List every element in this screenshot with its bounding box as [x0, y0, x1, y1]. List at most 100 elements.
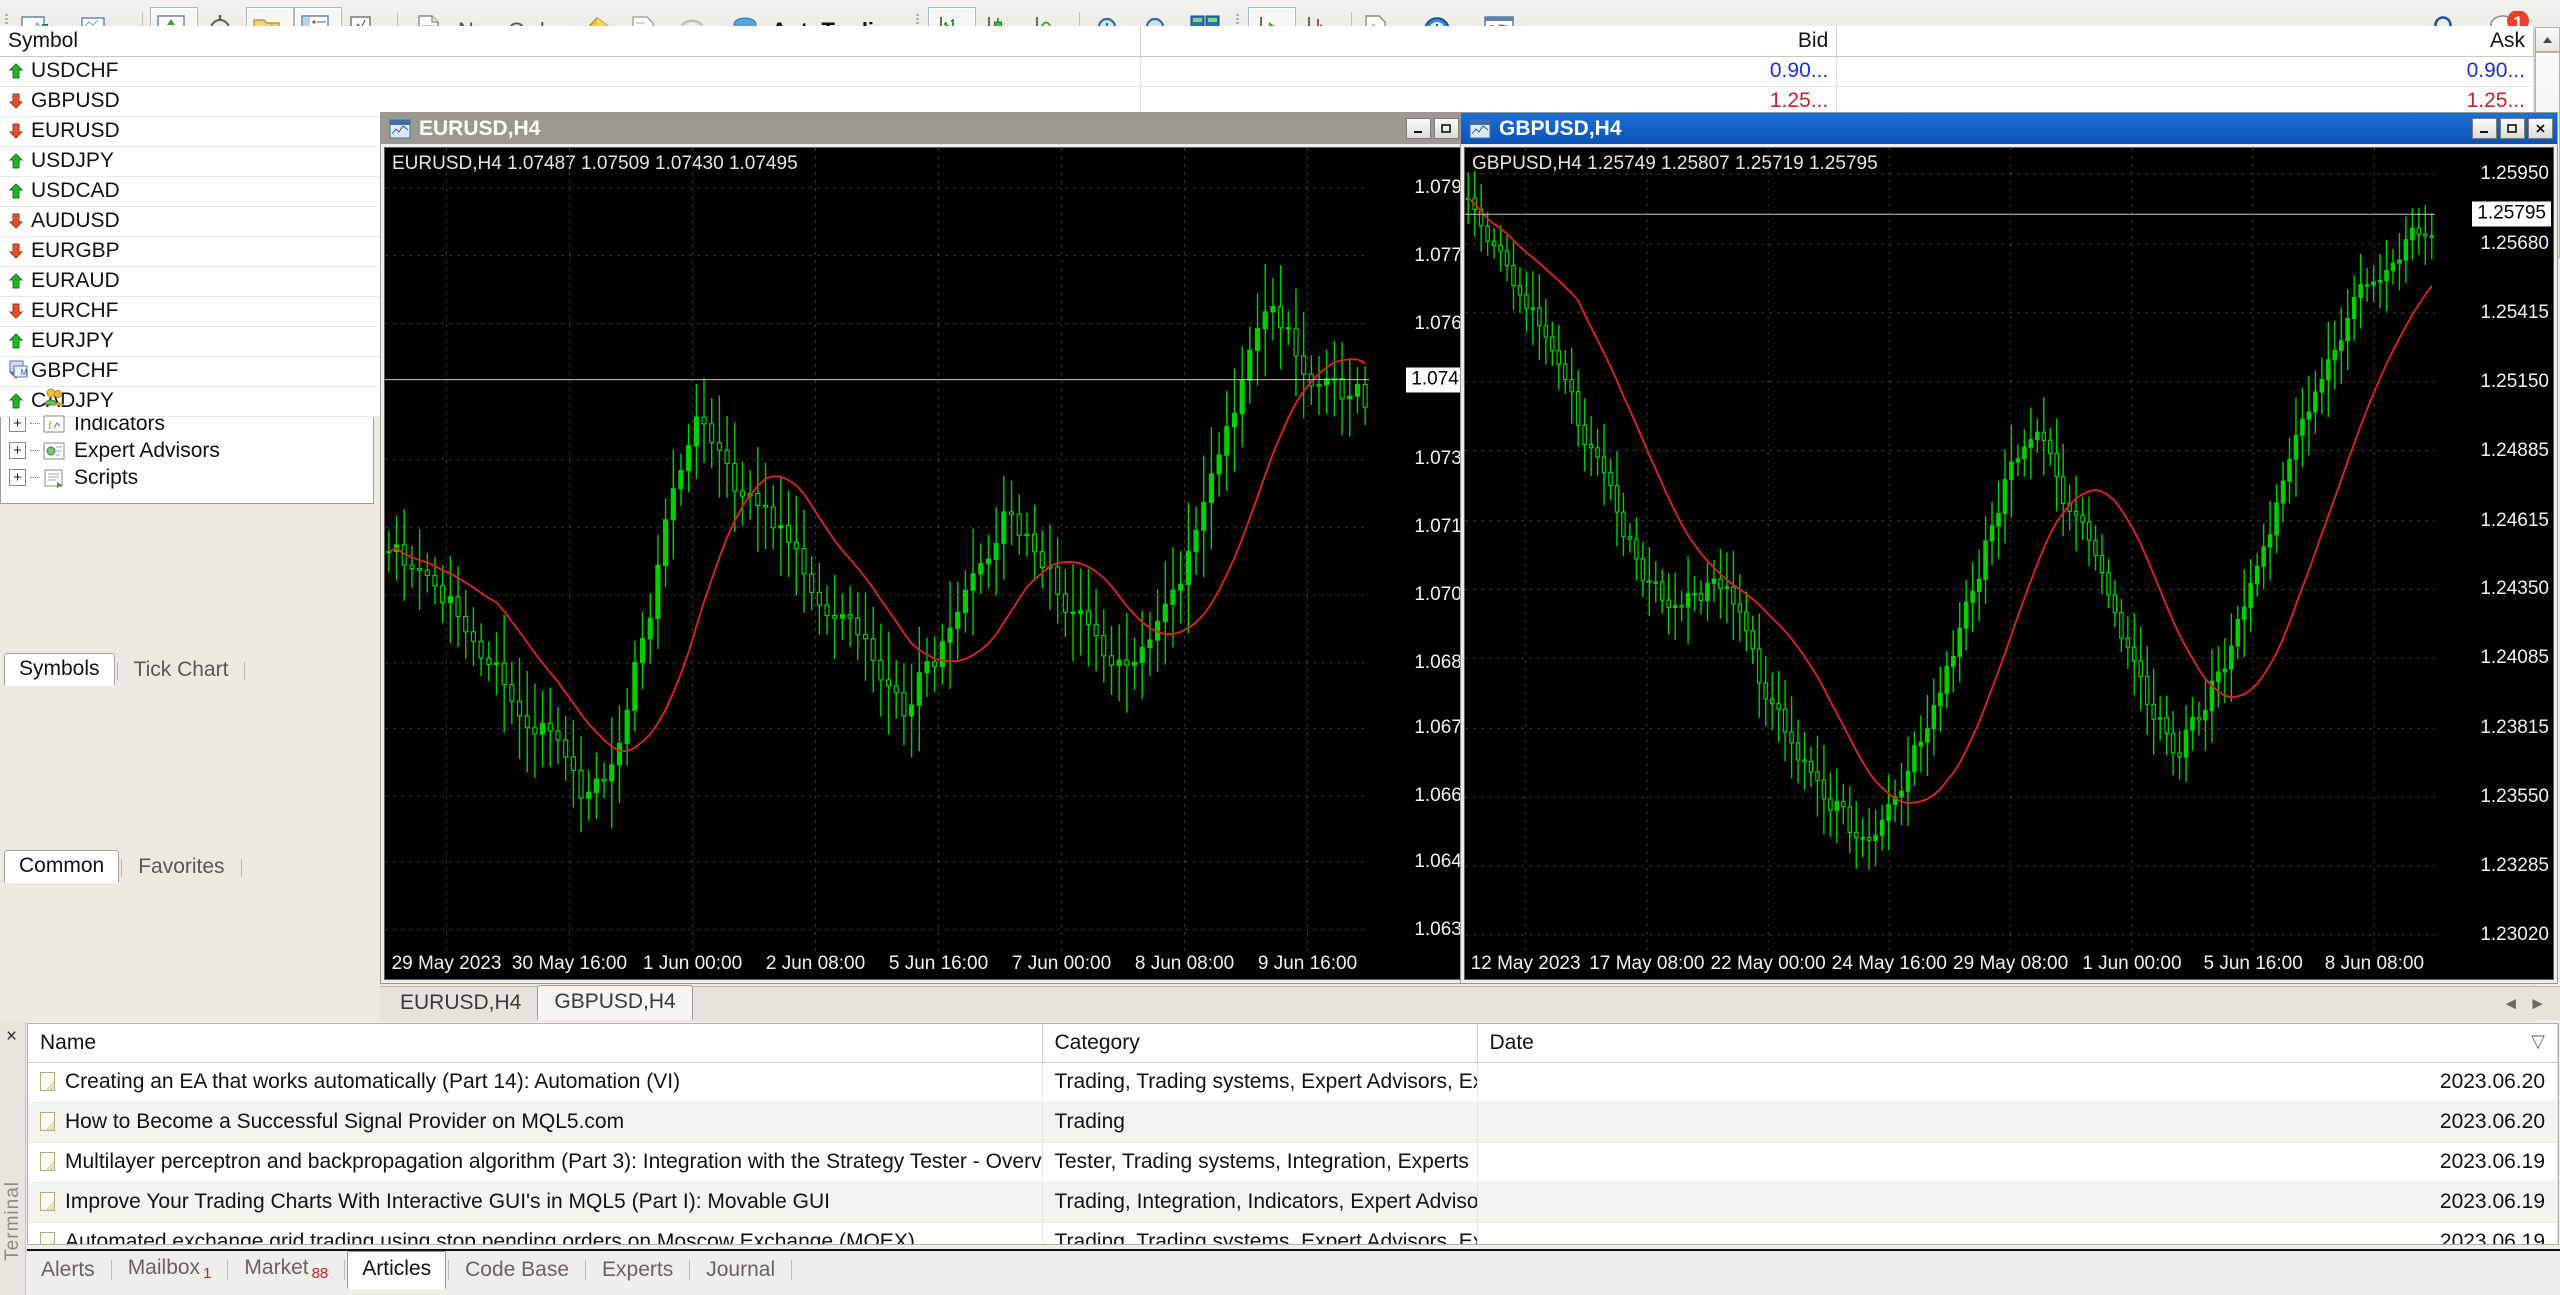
- article-category-cell: Trading, Integration, Indicators, Expert…: [1042, 1182, 1478, 1223]
- chart-tab-gbpusd-h4[interactable]: GBPUSD,H4: [537, 985, 693, 1020]
- arrow-up-icon: [8, 181, 24, 199]
- time-tick-label: 29 May 2023: [391, 953, 502, 974]
- close-button[interactable]: [2528, 118, 2553, 139]
- chart-tab-eurusd-h4[interactable]: EURUSD,H4: [384, 987, 537, 1020]
- mw-column-ask[interactable]: Ask: [1836, 26, 2534, 57]
- article-date-cell: 2023.06.19: [1477, 1222, 2558, 1244]
- scripts-icon: [42, 468, 68, 488]
- terminal-tab-market[interactable]: Market 88: [230, 1251, 342, 1289]
- chart-tabs-scroll-arrows[interactable]: ◄ ►: [2502, 994, 2560, 1020]
- arrow-down-icon: [8, 301, 24, 319]
- nav-tab-favorites[interactable]: Favorites: [124, 852, 238, 883]
- terminal-tab-count: 88: [311, 1265, 329, 1282]
- price-tick-label: 1.24350: [2480, 578, 2549, 600]
- chart-svg: [1465, 148, 2435, 953]
- chart-titlebar-eurusd[interactable]: EURUSD,H4: [381, 113, 1491, 144]
- market-watch-tabs: Symbols Tick Chart: [4, 653, 247, 686]
- chart-tabs-next-icon[interactable]: ►: [2529, 994, 2546, 1014]
- current-price-label: 1.25795: [2472, 201, 2551, 227]
- article-row[interactable]: Improve Your Trading Charts With Interac…: [28, 1182, 2558, 1223]
- sort-descending-icon: ▽: [2531, 1030, 2545, 1051]
- article-row[interactable]: Multilayer perceptron and backpropagatio…: [28, 1142, 2558, 1183]
- chart-canvas-eurusd[interactable]: EURUSD,H4 1.07487 1.07509 1.07430 1.0749…: [384, 147, 1488, 980]
- terminal-tab-mailbox[interactable]: Mailbox 1: [114, 1251, 226, 1289]
- terminal-panel: × Terminal Name Category Date ▽ Creating an…: [0, 1022, 2560, 1295]
- price-tick-label: 1.25150: [2480, 370, 2549, 392]
- price-tick-label: 1.24885: [2480, 439, 2549, 461]
- mw-column-symbol[interactable]: Symbol: [0, 26, 1141, 57]
- time-axis-gbpusd: 12 May 2023 17 May 08:00 22 May 00:00 24 Ma…: [1465, 953, 2553, 979]
- price-tick-label: 1.23020: [2480, 923, 2549, 945]
- arrow-up-icon: [8, 331, 24, 349]
- terminal-tab-code-base[interactable]: Code Base: [451, 1253, 583, 1289]
- time-tick-label: 24 May 16:00: [1831, 953, 1947, 974]
- time-tick-label: 12 May 2023: [1470, 953, 1581, 974]
- time-tick-label: 2 Jun 08:00: [765, 953, 866, 974]
- price-tick-label: 1.25950: [2480, 162, 2549, 184]
- terminal-close-icon[interactable]: ×: [6, 1026, 17, 1048]
- mw-tab-tick-chart[interactable]: Tick Chart: [120, 655, 243, 686]
- document-icon: [40, 1152, 55, 1171]
- terminal-side-label: Terminal: [2, 1181, 23, 1261]
- chart-tabs-prev-icon[interactable]: ◄: [2502, 994, 2519, 1014]
- moving-average-line: [1467, 197, 2433, 805]
- svg-text:f: f: [48, 418, 52, 432]
- terminal-tab-strip: Alerts Mailbox 1 Market 88 Articles Code Base E…: [27, 1251, 2560, 1289]
- arrow-up-icon: [8, 271, 24, 289]
- time-tick-label: 7 Jun 00:00: [1011, 953, 1112, 974]
- terminal-tab-divider: [689, 1260, 691, 1280]
- article-date-cell: 2023.06.20: [1477, 1062, 2558, 1103]
- article-category-cell: Trading, Trading systems, Expert Advisor…: [1042, 1222, 1478, 1244]
- nav-tab-common[interactable]: Common: [4, 850, 120, 883]
- price-tick-label: 1.24085: [2480, 647, 2549, 669]
- market-watch-row[interactable]: USDCHF 0.90... 0.90...: [0, 56, 2534, 87]
- mw-column-bid[interactable]: Bid: [1140, 26, 1838, 57]
- arrow-down-icon: [8, 211, 24, 229]
- article-date-cell: 2023.06.20: [1477, 1102, 2558, 1143]
- chart-window-gbpusd[interactable]: GBPUSD,H4 GBPUSD,H4 1.25749 1.25807 1.25…: [1460, 112, 2558, 984]
- chart-window-buttons-gbpusd: [2472, 118, 2553, 139]
- article-row[interactable]: Automated exchange grid trading using st…: [28, 1222, 2558, 1244]
- chart-plot-eurusd[interactable]: [385, 148, 1369, 953]
- terminal-tab-journal[interactable]: Journal: [692, 1253, 789, 1289]
- terminal-tab-divider: [344, 1260, 346, 1280]
- time-tick-label: 29 May 08:00: [1953, 953, 2069, 974]
- terminal-tab-divider: [585, 1260, 587, 1280]
- accounts-icon: [42, 387, 68, 407]
- terminal-grid[interactable]: Name Category Date ▽ Creating an EA that wo…: [27, 1023, 2559, 1245]
- restore-button[interactable]: [2500, 118, 2525, 139]
- terminal-tab-experts[interactable]: Experts: [588, 1253, 687, 1289]
- minimize-button[interactable]: [1406, 118, 1431, 139]
- time-tick-label: 8 Jun 08:00: [1134, 953, 1235, 974]
- article-name-cell: How to Become a Successful Signal Provid…: [28, 1102, 1043, 1143]
- chart-tabs-inner: EURUSD,H4 GBPUSD,H4: [380, 985, 693, 1020]
- article-row[interactable]: How to Become a Successful Signal Provid…: [28, 1102, 2558, 1143]
- minimize-button[interactable]: [2472, 118, 2497, 139]
- mw-bid-cell: 0.90...: [1140, 56, 1838, 87]
- articles-column-date[interactable]: Date ▽: [1477, 1024, 2558, 1063]
- terminal-tab-count: 1: [203, 1265, 212, 1282]
- chart-plot-gbpusd[interactable]: [1465, 148, 2435, 953]
- chart-title-gbpusd: GBPUSD,H4: [1499, 116, 1622, 140]
- tab-divider: [240, 859, 242, 877]
- terminal-tab-alerts[interactable]: Alerts: [27, 1253, 109, 1289]
- articles-header-row: Name Category Date ▽: [28, 1024, 2558, 1063]
- document-icon: [40, 1192, 55, 1211]
- articles-column-name[interactable]: Name: [28, 1024, 1043, 1063]
- scroll-up-button[interactable]: [2535, 27, 2560, 52]
- price-axis-gbpusd[interactable]: 1.25950 1.25680 1.25415 1.25150 1.24885 1.246…: [2435, 148, 2553, 979]
- mw-symbol-cell: USDCHF: [0, 56, 1141, 87]
- article-row[interactable]: Creating an EA that works automatically …: [28, 1062, 2558, 1103]
- mw-tab-symbols[interactable]: Symbols: [4, 653, 115, 686]
- time-tick-label: 5 Jun 16:00: [888, 953, 989, 974]
- chart-window-eurusd[interactable]: EURUSD,H4 EURUSD,H4 1.07487 1.07509 1.07…: [380, 112, 1492, 984]
- document-icon: [40, 1232, 55, 1244]
- articles-column-category[interactable]: Category: [1042, 1024, 1478, 1063]
- time-tick-label: 22 May 00:00: [1710, 953, 1826, 974]
- chart-title-eurusd: EURUSD,H4: [419, 116, 541, 140]
- chart-titlebar-gbpusd[interactable]: GBPUSD,H4: [1461, 113, 2557, 144]
- article-name-cell: Improve Your Trading Charts With Interac…: [28, 1182, 1043, 1223]
- chart-canvas-gbpusd[interactable]: GBPUSD,H4 1.25749 1.25807 1.25719 1.2579…: [1464, 147, 2554, 980]
- restore-button[interactable]: [1434, 118, 1459, 139]
- terminal-tab-articles[interactable]: Articles: [347, 1251, 447, 1289]
